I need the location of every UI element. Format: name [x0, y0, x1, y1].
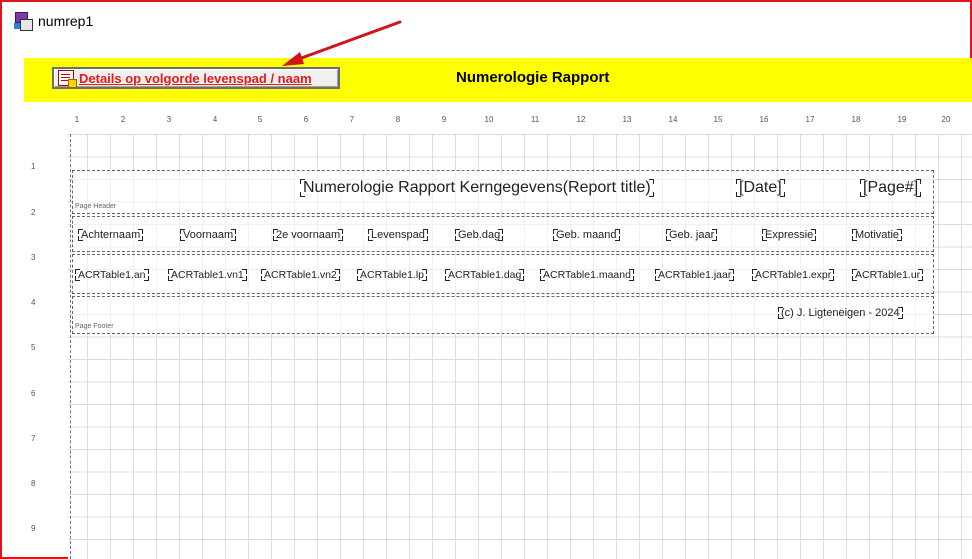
ruler-h-15: 15: [713, 115, 723, 124]
detail-field-ur[interactable]: ACRTable1.ur: [851, 269, 924, 281]
ruler-v-4: 4: [31, 298, 36, 307]
column-header-label: Achternaam: [81, 229, 141, 241]
detail-field-vn1[interactable]: ACRTable1.vn1: [168, 269, 247, 281]
column-header-geb-jaar[interactable]: Geb. jaar: [665, 229, 718, 241]
toolbar-title: Numerologie Rapport: [456, 69, 610, 86]
ruler-v-5: 5: [31, 343, 36, 352]
ruler-v-9: 9: [31, 524, 36, 533]
page-number-field[interactable]: [Page#]: [859, 179, 922, 197]
ruler-h-19: 19: [897, 115, 907, 124]
report-details-icon: [58, 70, 77, 88]
column-header-geb-maand[interactable]: Geb. maand: [553, 229, 620, 241]
detail-field-text: ACRTable1.an: [78, 269, 146, 281]
column-header-geb-dag[interactable]: Geb.dag: [454, 229, 504, 241]
date-field-text: [Date]: [739, 179, 782, 196]
report-title-text: Numerologie Rapport Kerngegevens(Report …: [303, 179, 651, 196]
ruler-h-3: 3: [166, 115, 172, 124]
ruler-v-7: 7: [31, 434, 36, 443]
window-title: numrep1: [38, 13, 94, 29]
copyright-text: (c) J. Ligteneigen - 2024: [781, 307, 900, 319]
ruler-v-2: 2: [31, 208, 36, 217]
ruler-h-1: 1: [74, 115, 80, 124]
column-header-band[interactable]: Achternaam Voornaam 2e voornaam Levenspa…: [72, 216, 934, 252]
ruler-v-8: 8: [31, 479, 36, 488]
ruler-v-3: 3: [31, 253, 36, 262]
ruler-h-4: 4: [212, 115, 218, 124]
detail-field-text: ACRTable1.expr: [755, 269, 832, 281]
vertical-ruler: 1 2 3 4 5 6 7 8 9: [24, 134, 68, 559]
page-footer-band-label: Page Footer: [75, 323, 114, 330]
detail-field-text: ACRTable1.dag: [448, 269, 522, 281]
ruler-h-6: 6: [303, 115, 309, 124]
ruler-h-10: 10: [484, 115, 494, 124]
ruler-h-20: 20: [941, 115, 951, 124]
details-sort-button-label: Details op volgorde levenspad / naam: [79, 70, 312, 86]
details-sort-button[interactable]: Details op volgorde levenspad / naam: [52, 67, 340, 89]
horizontal-ruler: 1 2 3 4 5 6 7 8 9 10 11 12 13 14 15 16 1…: [24, 102, 972, 134]
column-header-achternaam[interactable]: Achternaam: [77, 229, 144, 241]
column-header-label: 2e voornaam: [276, 229, 341, 241]
ruler-v-6: 6: [31, 389, 36, 398]
column-header-label: Expressie: [765, 229, 814, 241]
page-number-text: [Page#]: [863, 179, 919, 196]
ruler-h-18: 18: [851, 115, 861, 124]
column-header-label: Voornaam: [183, 229, 234, 241]
detail-field-text: ACRTable1.vn2: [264, 269, 337, 281]
ruler-h-2: 2: [120, 115, 126, 124]
column-header-label: Geb.dag: [458, 229, 501, 241]
detail-field-text: ACRTable1.vn1: [171, 269, 244, 281]
ruler-h-9: 9: [441, 115, 447, 124]
detail-field-text: ACRTable1.jaar: [658, 269, 732, 281]
ruler-h-14: 14: [668, 115, 678, 124]
column-header-voornaam[interactable]: Voornaam: [179, 229, 237, 241]
detail-field-expr[interactable]: ACRTable1.expr: [751, 269, 835, 281]
report-design-canvas[interactable]: Page Header Numerologie Rapport Kerngege…: [68, 134, 972, 559]
ruler-h-13: 13: [622, 115, 632, 124]
page-footer-band[interactable]: Page Footer (c) J. Ligteneigen - 2024: [72, 296, 934, 334]
report-app-icon: [14, 12, 33, 31]
ruler-h-5: 5: [257, 115, 263, 124]
ruler-v-1: 1: [31, 162, 36, 171]
column-header-label: Levenspad: [371, 229, 425, 241]
page-header-band-label: Page Header: [75, 203, 117, 210]
date-field[interactable]: [Date]: [736, 179, 785, 197]
column-header-label: Motivatie: [855, 229, 900, 241]
column-header-label: Geb. jaar: [669, 229, 715, 241]
copyright-field[interactable]: (c) J. Ligteneigen - 2024: [778, 307, 903, 319]
detail-field-dag[interactable]: ACRTable1.dag: [444, 269, 525, 281]
ruler-h-12: 12: [576, 115, 586, 124]
column-header-expressie[interactable]: Expressie: [761, 229, 817, 241]
detail-field-vn2[interactable]: ACRTable1.vn2: [261, 269, 340, 281]
detail-field-text: ACRTable1.ur: [855, 269, 921, 281]
ruler-h-17: 17: [805, 115, 815, 124]
ruler-h-7: 7: [349, 115, 355, 124]
report-toolbar: Details op volgorde levenspad / naam Num…: [24, 58, 972, 102]
detail-field-an[interactable]: ACRTable1.an: [75, 269, 149, 281]
page-header-band[interactable]: Page Header Numerologie Rapport Kerngege…: [72, 170, 934, 214]
detail-field-text: ACRTable1.lp: [360, 269, 425, 281]
detail-field-lp[interactable]: ACRTable1.lp: [356, 269, 428, 281]
column-header-levenspad[interactable]: Levenspad: [368, 229, 428, 241]
column-header-motivatie[interactable]: Motivatie: [851, 229, 903, 241]
report-title-field[interactable]: Numerologie Rapport Kerngegevens(Report …: [300, 179, 654, 197]
window-titlebar: numrep1: [14, 10, 93, 32]
ruler-h-8: 8: [395, 115, 401, 124]
margin-guide: [70, 134, 71, 559]
detail-band[interactable]: ACRTable1.an ACRTable1.vn1 ACRTable1.vn2…: [72, 254, 934, 294]
ruler-h-11: 11: [530, 115, 540, 124]
column-header-label: Geb. maand: [556, 229, 617, 241]
ruler-h-16: 16: [759, 115, 769, 124]
detail-field-maand[interactable]: ACRTable1.maand: [540, 269, 634, 281]
detail-field-jaar[interactable]: ACRTable1.jaar: [654, 269, 735, 281]
detail-field-text: ACRTable1.maand: [543, 269, 631, 281]
column-header-2e-voornaam[interactable]: 2e voornaam: [272, 229, 344, 241]
